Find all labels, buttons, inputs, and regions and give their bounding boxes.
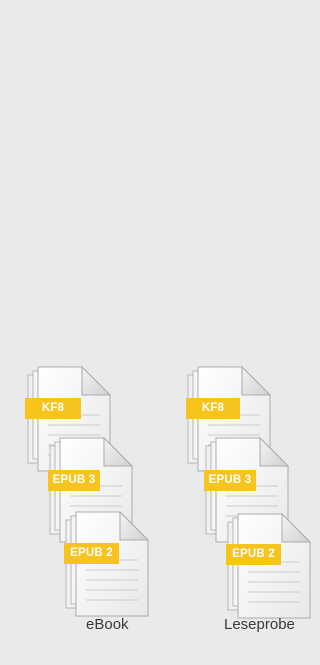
ebook-column: KF8 EPUB 3 EPUB 2 eBook <box>0 0 150 665</box>
format-badge: KF8 <box>25 398 81 419</box>
ebook-epub2-download[interactable]: EPUB 2 <box>62 511 172 617</box>
format-badge: EPUB 2 <box>64 543 119 564</box>
document-stack-icon <box>65 511 149 617</box>
leseprobe-epub2-download[interactable]: EPUB 2 <box>224 513 320 619</box>
leseprobe-column: KF8 EPUB 3 EPUB 2 Leseprobe <box>160 0 311 665</box>
download-panel: { "columns": [ { "label": "eBook", "file… <box>0 0 318 665</box>
document-stack-icon <box>227 513 311 619</box>
format-badge: EPUB 3 <box>204 470 256 491</box>
format-badge: KF8 <box>186 398 240 419</box>
format-badge: EPUB 3 <box>48 470 100 491</box>
leseprobe-label: Leseprobe <box>224 616 295 633</box>
format-badge: EPUB 2 <box>226 544 281 565</box>
ebook-label: eBook <box>86 616 129 633</box>
